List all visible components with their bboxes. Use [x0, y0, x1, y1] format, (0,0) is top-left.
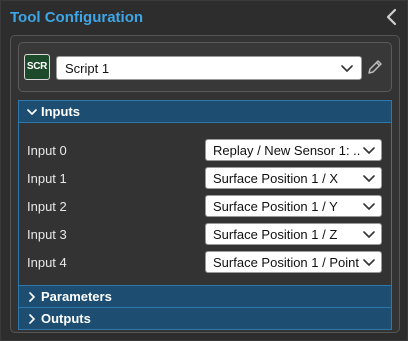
chevron-right-icon: [29, 314, 35, 324]
input-row: Input 2 Surface Position 1 / Y: [18, 195, 392, 219]
input-3-select[interactable]: Surface Position 1 / Z: [205, 223, 382, 245]
section-label-inputs: Inputs: [41, 104, 80, 119]
input-row: Input 1 Surface Position 1 / X: [18, 167, 392, 191]
chevron-down-icon: [363, 259, 375, 266]
script-tool-icon: SCR: [24, 54, 50, 80]
chevron-down-icon: [363, 203, 375, 210]
tool-configuration-panel: Tool Configuration SCR Script 1 Inputs I…: [0, 0, 408, 341]
script-select-value: Script 1: [65, 61, 110, 76]
section-label-parameters: Parameters: [41, 289, 112, 304]
chevron-right-icon: [29, 292, 35, 302]
pencil-icon: [368, 60, 382, 74]
input-label: Input 0: [27, 143, 67, 158]
chevron-down-icon: [341, 65, 353, 72]
input-select-value: Surface Position 1 / Y: [213, 199, 338, 214]
input-label: Input 2: [27, 199, 67, 214]
input-4-select[interactable]: Surface Position 1 / Point: [205, 251, 382, 273]
input-1-select[interactable]: Surface Position 1 / X: [205, 167, 382, 189]
section-header-outputs[interactable]: Outputs: [18, 307, 392, 330]
input-2-select[interactable]: Surface Position 1 / Y: [205, 195, 382, 217]
input-row: Input 0 Replay / New Sensor 1: ...: [18, 139, 392, 163]
collapse-panel-button[interactable]: [383, 7, 401, 27]
chevron-down-icon: [363, 231, 375, 238]
chevron-down-icon: [363, 147, 375, 154]
input-row: Input 3 Surface Position 1 / Z: [18, 223, 392, 247]
input-select-value: Surface Position 1 / Z: [213, 227, 338, 242]
script-select[interactable]: Script 1: [56, 56, 362, 80]
edit-script-button[interactable]: [365, 57, 385, 77]
panel-title: Tool Configuration: [10, 9, 144, 26]
input-row: Input 4 Surface Position 1 / Point: [18, 251, 392, 275]
chevron-down-icon: [363, 175, 375, 182]
section-header-parameters[interactable]: Parameters: [18, 285, 392, 308]
chevron-left-icon: [386, 8, 397, 26]
panel-header: Tool Configuration: [1, 1, 408, 34]
input-label: Input 3: [27, 227, 67, 242]
input-label: Input 4: [27, 255, 67, 270]
input-select-value: Replay / New Sensor 1: ...: [213, 143, 361, 158]
section-label-outputs: Outputs: [41, 311, 91, 326]
input-label: Input 1: [27, 171, 67, 186]
chevron-down-icon: [27, 109, 37, 115]
input-select-value: Surface Position 1 / Point: [213, 255, 359, 270]
input-select-value: Surface Position 1 / X: [213, 171, 339, 186]
section-header-inputs[interactable]: Inputs: [18, 100, 392, 123]
input-0-select[interactable]: Replay / New Sensor 1: ...: [205, 139, 382, 161]
